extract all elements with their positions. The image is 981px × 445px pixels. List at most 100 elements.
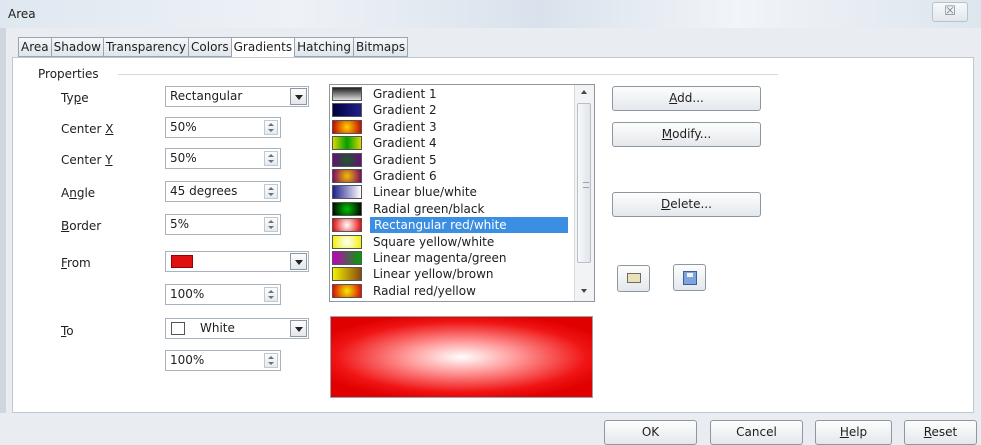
close-button[interactable]: ☒: [932, 2, 968, 22]
help-button[interactable]: Help: [815, 420, 892, 445]
spin-icon[interactable]: [264, 287, 278, 302]
save-button[interactable]: [673, 264, 706, 291]
gradient-list-item[interactable]: Gradient 5: [330, 152, 570, 168]
angle-field[interactable]: 45 degrees: [165, 181, 281, 202]
gradient-name: Radial red/yellow: [373, 283, 476, 298]
type-label: Type: [61, 91, 89, 105]
from-intensity-field[interactable]: 100%: [165, 284, 281, 305]
gradient-thumbnail: [332, 267, 362, 282]
gradient-name: Rectangular red/white: [370, 217, 568, 234]
gradient-list-item[interactable]: Linear magenta/green: [330, 250, 570, 266]
gradient-preview: [330, 316, 593, 398]
group-divider: [118, 74, 778, 75]
tab-colors[interactable]: Colors: [188, 37, 231, 57]
border-field[interactable]: 5%: [165, 214, 281, 235]
center-y-value: 50%: [170, 151, 197, 165]
tab-bar: Area Shadow Transparency Colors Gradient…: [18, 37, 409, 58]
gradient-list-item[interactable]: Gradient 4: [330, 135, 570, 151]
to-color-name: White: [200, 321, 235, 335]
gradient-thumbnail: [332, 152, 362, 167]
gradient-thumbnail: [332, 136, 362, 151]
center-x-value: 50%: [170, 120, 197, 134]
spin-icon[interactable]: [264, 151, 278, 166]
gradient-name: Gradient 2: [373, 103, 437, 118]
gradient-list-item[interactable]: Rectangular red/white: [330, 217, 570, 234]
gradient-name: Square yellow/white: [373, 234, 495, 249]
chevron-down-icon[interactable]: [290, 253, 307, 270]
scrollbar[interactable]: [574, 85, 594, 301]
tab-transparency[interactable]: Transparency: [102, 37, 189, 57]
spin-icon[interactable]: [264, 217, 278, 232]
gradient-thumbnail: [332, 283, 362, 298]
reset-button[interactable]: Reset: [904, 420, 977, 445]
center-x-field[interactable]: 50%: [165, 117, 281, 138]
gradient-name: Gradient 4: [373, 136, 437, 151]
scroll-down-icon[interactable]: [581, 289, 587, 293]
chevron-down-icon[interactable]: [290, 320, 307, 337]
gradient-list-item[interactable]: Gradient 3: [330, 119, 570, 135]
gradient-list-item[interactable]: Gradient 2: [330, 102, 570, 118]
window-frame: [0, 0, 6, 443]
scroll-thumb[interactable]: [577, 103, 591, 263]
gradient-thumbnail: [332, 218, 362, 233]
gradient-name: Linear blue/white: [373, 185, 477, 200]
gradient-list-item[interactable]: Radial green/black: [330, 201, 570, 217]
gradient-name: Gradient 5: [373, 152, 437, 167]
tab-hatching[interactable]: Hatching: [294, 37, 353, 57]
border-value: 5%: [170, 217, 190, 231]
gradient-name: Linear yellow/brown: [373, 267, 494, 282]
to-intensity-value: 100%: [170, 353, 205, 367]
save-icon: [683, 271, 697, 285]
gradient-thumbnail: [332, 87, 362, 101]
gradient-thumbnail: [332, 234, 362, 249]
tab-gradients[interactable]: Gradients: [230, 37, 295, 58]
delete-button[interactable]: Delete...: [612, 192, 761, 217]
center-y-label: Center Y: [61, 153, 113, 167]
gradient-list-item[interactable]: Radial red/yellow: [330, 283, 570, 299]
gradient-thumbnail: [332, 169, 362, 183]
cancel-button[interactable]: Cancel: [710, 420, 803, 445]
center-y-field[interactable]: 50%: [165, 148, 281, 169]
gradient-list-item[interactable]: Gradient 1: [330, 86, 570, 102]
properties-group-label: Properties: [38, 67, 102, 81]
tab-bitmaps[interactable]: Bitmaps: [352, 37, 409, 57]
gradient-list-item[interactable]: Gradient 6: [330, 168, 570, 184]
window-title: Area: [8, 7, 36, 21]
load-button[interactable]: [617, 265, 650, 292]
spin-icon[interactable]: [264, 353, 278, 368]
gradient-thumbnail: [332, 185, 362, 200]
angle-label: Angle: [61, 186, 96, 200]
type-select[interactable]: Rectangular: [165, 86, 309, 107]
from-intensity-value: 100%: [170, 287, 205, 301]
from-color-select[interactable]: [165, 251, 309, 272]
gradient-name: Gradient 1: [373, 87, 437, 101]
gradient-thumbnail: [332, 251, 362, 265]
spin-icon[interactable]: [264, 120, 278, 135]
chevron-down-icon[interactable]: [290, 88, 307, 105]
from-label: From: [61, 256, 91, 270]
folder-icon: [627, 273, 641, 283]
to-label: To: [61, 324, 74, 338]
type-value: Rectangular: [170, 89, 243, 103]
border-label: Border: [61, 219, 102, 233]
gradient-thumbnail: [332, 119, 362, 134]
gradient-thumbnail: [332, 103, 362, 118]
tab-shadow[interactable]: Shadow: [50, 37, 103, 57]
gradient-list-item[interactable]: Linear blue/white: [330, 184, 570, 200]
center-x-label: Center X: [61, 122, 114, 136]
gradient-list-item[interactable]: Linear yellow/brown: [330, 266, 570, 282]
gradient-thumbnail: [332, 201, 362, 216]
to-color-select[interactable]: White: [165, 318, 309, 339]
modify-button[interactable]: Modify...: [612, 122, 761, 147]
add-button[interactable]: Add...: [612, 86, 761, 111]
close-icon: ☒: [944, 4, 956, 19]
gradient-list[interactable]: Gradient 1 Gradient 2 Gradient 3 Gradient 4…: [329, 84, 595, 302]
angle-value: 45 degrees: [170, 184, 238, 198]
gradient-list-item[interactable]: Square yellow/white: [330, 234, 570, 250]
spin-icon[interactable]: [264, 184, 278, 199]
to-intensity-field[interactable]: 100%: [165, 350, 281, 371]
scroll-up-icon[interactable]: [581, 90, 587, 94]
gradient-name: Gradient 3: [373, 119, 437, 134]
tab-area[interactable]: Area: [18, 37, 51, 57]
ok-button[interactable]: OK: [604, 420, 697, 445]
